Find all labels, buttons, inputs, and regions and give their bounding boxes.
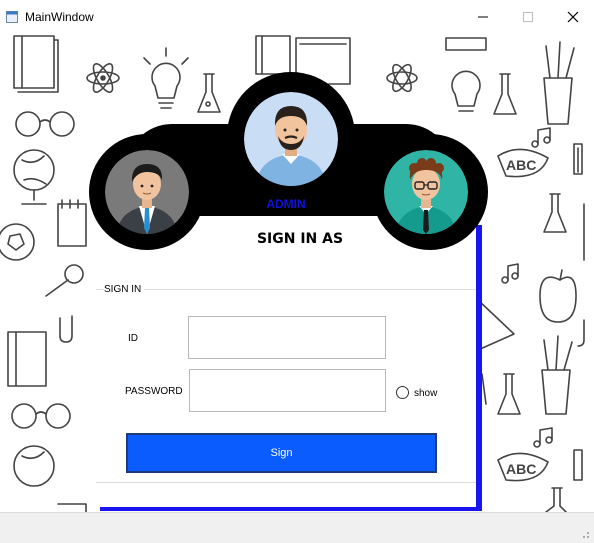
- sign-button[interactable]: Sign: [126, 433, 437, 473]
- password-label: PASSWORD: [125, 386, 183, 397]
- businessman-avatar[interactable]: [105, 150, 189, 234]
- triangle-doodle: [477, 299, 515, 351]
- window-title: MainWindow: [25, 10, 94, 24]
- password-field[interactable]: [189, 369, 386, 412]
- pen-doodle-2: [573, 449, 583, 481]
- books-doodle: [255, 35, 291, 75]
- music-note-doodle-2: [501, 263, 519, 284]
- id-field[interactable]: [188, 316, 386, 359]
- flask-doodle-3: [543, 193, 567, 233]
- apple-doodle: [539, 269, 577, 323]
- music-note-doodle: [531, 127, 551, 148]
- svg-text:ABC: ABC: [506, 157, 536, 173]
- glasses-doodle-2: [11, 403, 71, 429]
- notepad-doodle-2: [57, 503, 87, 512]
- svg-text:ABC: ABC: [506, 461, 536, 477]
- resize-grip-icon[interactable]: [580, 529, 590, 539]
- glasses-doodle: [15, 111, 75, 137]
- status-bar: [0, 512, 594, 543]
- admin-role-label[interactable]: ADMIN: [246, 197, 326, 211]
- paperclip-doodle: [59, 315, 73, 343]
- sign-in-group-title: SIGN IN: [104, 284, 145, 295]
- ball-doodle: [0, 223, 35, 261]
- minimize-icon: [478, 16, 488, 18]
- book-doodle-2: [445, 37, 487, 51]
- id-label: ID: [128, 333, 138, 344]
- glasses-man-avatar[interactable]: [384, 150, 468, 234]
- show-password-label[interactable]: show: [414, 388, 437, 399]
- paperclip-doodle-2: [577, 319, 585, 347]
- sign-in-as-heading: SIGN IN AS: [256, 231, 344, 247]
- close-button[interactable]: [550, 0, 594, 34]
- show-password-radio[interactable]: [396, 386, 409, 399]
- pencil-cup-doodle: [543, 41, 575, 125]
- title-bar[interactable]: MainWindow: [0, 0, 594, 34]
- pushpin-doodle: [45, 264, 84, 297]
- maximize-icon: [523, 12, 533, 22]
- bearded-man-avatar[interactable]: [244, 92, 338, 186]
- flask-doodle-5: [545, 487, 567, 512]
- window-app-icon: [6, 11, 18, 23]
- abc-blocks-doodle-2: ABC: [497, 452, 549, 482]
- main-window: MainWindow ABC ABC ADMIN SIGN IN AS SIGN…: [0, 0, 594, 543]
- flask-doodle-4: [497, 373, 521, 415]
- pencil-cup-doodle-2: [541, 335, 573, 415]
- book-doodle: [13, 35, 59, 93]
- minimize-button[interactable]: [460, 0, 506, 34]
- book-doodle-3: [7, 331, 47, 387]
- notepad-doodle: [57, 199, 87, 247]
- pen-doodle: [573, 143, 583, 175]
- globe-doodle: [13, 149, 55, 205]
- globe-doodle-2: [13, 445, 55, 487]
- music-note-doodle-3: [533, 427, 553, 448]
- close-icon: [567, 11, 579, 23]
- bulb-doodle-3: [481, 373, 487, 405]
- abc-blocks-doodle: ABC: [497, 148, 549, 178]
- maximize-button[interactable]: [505, 0, 551, 34]
- flask-doodle-2: [493, 73, 517, 115]
